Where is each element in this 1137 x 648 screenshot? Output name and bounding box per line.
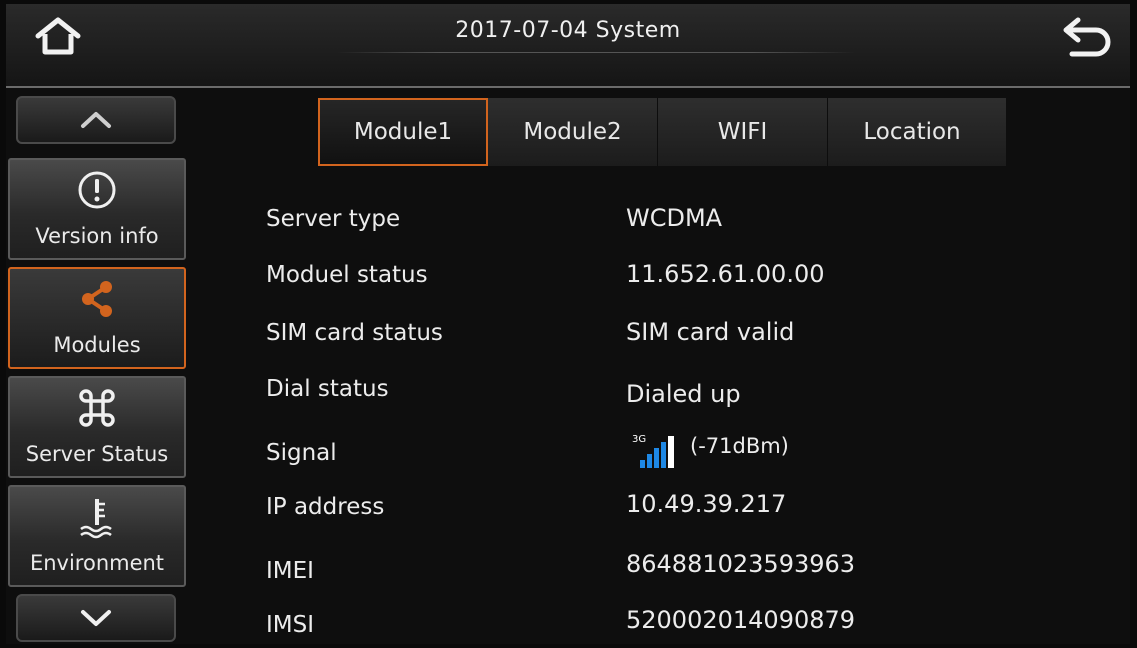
sidebar-item-label: Server Status: [25, 442, 169, 466]
module-status-value: 11.652.61.00.00: [626, 260, 825, 288]
dial-status-label: Dial status: [266, 376, 389, 402]
network-type-label: 3G: [632, 434, 646, 445]
sidebar-item-label: Modules: [53, 333, 141, 357]
imei-value: 864881023593963: [626, 550, 856, 578]
chevron-up-icon: [81, 112, 111, 128]
module-tabs: Module1 Module2 WIFI Location: [318, 98, 1006, 166]
imei-label: IMEI: [266, 558, 314, 584]
dial-status-value: Dialed up: [626, 380, 741, 408]
signal-strength-icon: 3G: [632, 432, 684, 470]
signal-label: Signal: [266, 440, 337, 466]
imsi-value: 520002014090879: [626, 606, 856, 634]
page-title: 2017-07-04 System: [455, 18, 681, 43]
command-icon: [79, 389, 115, 427]
app-frame: 2017-07-04 System Version info Modules S…: [6, 4, 1130, 644]
sidebar-item-version-info[interactable]: Version info: [8, 158, 186, 260]
tab-module1[interactable]: Module1: [318, 98, 488, 166]
imsi-label: IMSI: [266, 612, 315, 638]
server-type-label: Server type: [266, 206, 401, 232]
sidebar-item-label: Environment: [29, 551, 165, 575]
info-icon: [78, 171, 116, 209]
tab-wifi[interactable]: WIFI: [658, 98, 828, 166]
ip-address-value: 10.49.39.217: [626, 490, 787, 518]
header-bar: 2017-07-04 System: [6, 4, 1130, 88]
back-button[interactable]: [1058, 12, 1118, 60]
tab-module2[interactable]: Module2: [488, 98, 658, 166]
sidebar-scroll-up-button[interactable]: [16, 96, 176, 144]
server-type-value: WCDMA: [626, 204, 723, 232]
signal-value: (-71dBm): [690, 434, 789, 458]
tab-location[interactable]: Location: [828, 98, 996, 166]
share-icon: [82, 281, 112, 317]
sim-status-label: SIM card status: [266, 320, 443, 346]
sidebar-item-environment[interactable]: Environment: [8, 485, 186, 587]
sidebar-scroll-down-button[interactable]: [16, 594, 176, 642]
return-icon: [1063, 17, 1111, 57]
sidebar-item-label: Version info: [35, 224, 159, 248]
sidebar-item-server-status[interactable]: Server Status: [8, 376, 186, 478]
chevron-down-icon: [81, 610, 111, 626]
module-status-label: Moduel status: [266, 262, 428, 288]
sim-status-value: SIM card valid: [626, 318, 795, 346]
temperature-icon: [80, 499, 112, 539]
title-divider: [336, 52, 856, 53]
ip-address-label: IP address: [266, 494, 385, 520]
sidebar-item-modules[interactable]: Modules: [8, 267, 186, 369]
